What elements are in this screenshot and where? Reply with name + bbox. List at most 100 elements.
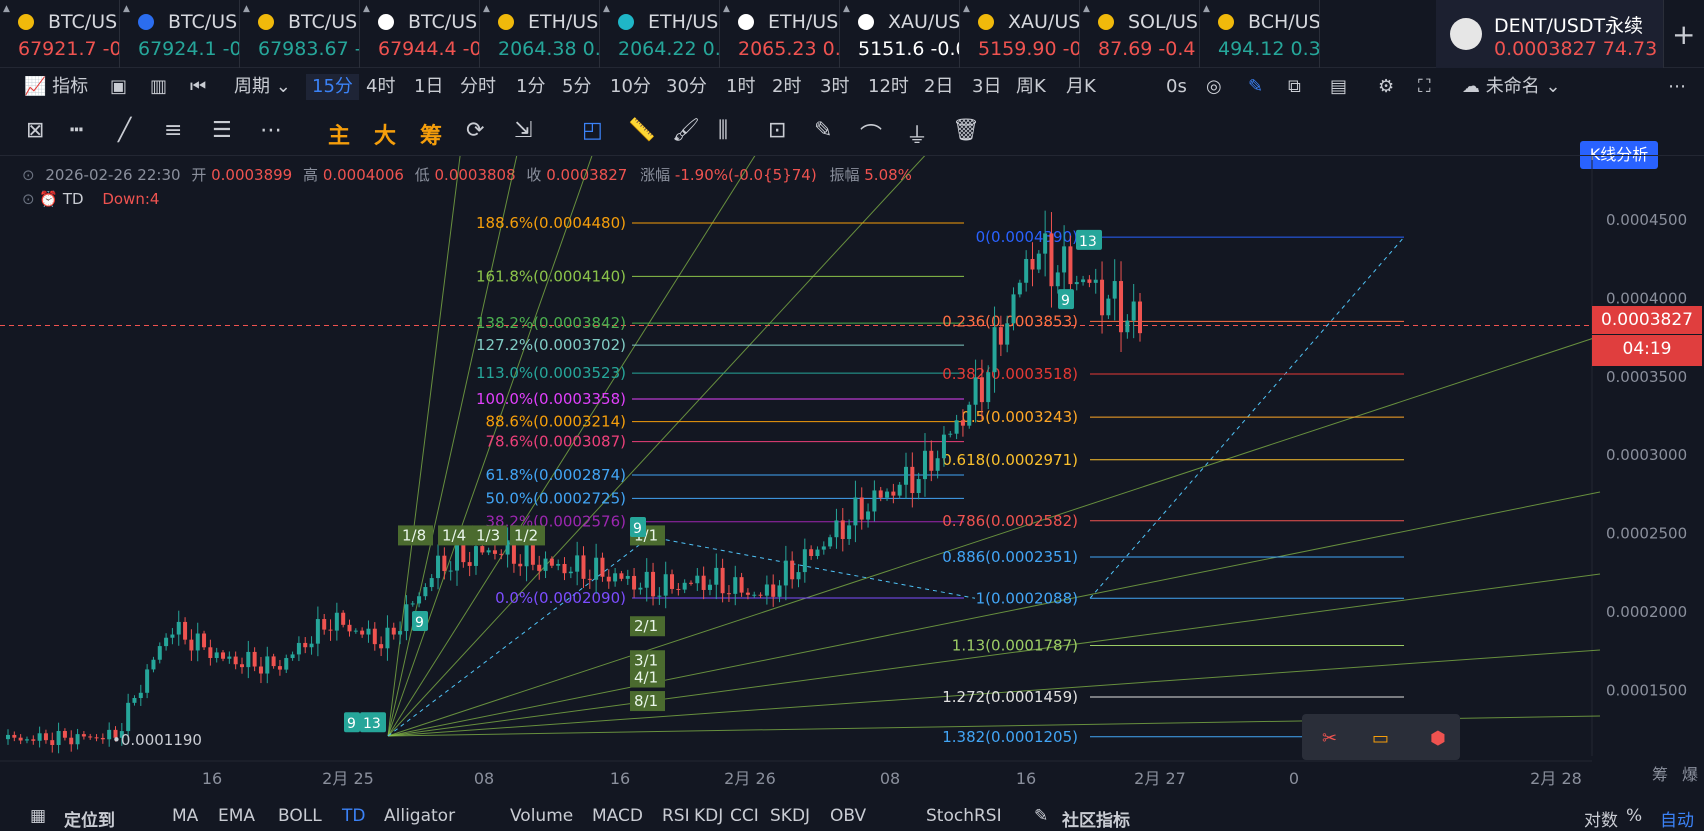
ticker-tab-active[interactable]: DENT/USDT永续 0.0003827 74.73 [1436,0,1664,68]
ticker-tab[interactable]: ▲ BTC/USD 67944.4 -0 [360,0,480,68]
ticker-tab[interactable]: ▲ ETH/USD 2064.22 0.3 [600,0,720,68]
interval-tab[interactable]: 10分 [610,74,651,100]
select-icon[interactable]: ◰ [582,118,603,143]
main-chart-toggle[interactable]: 主 [328,118,350,150]
calendar-icon[interactable]: ▣ [110,74,127,100]
more-icon[interactable]: ⋯ [1668,74,1686,100]
ticker-tab[interactable]: ▲ ETH/USD 2065.23 0. [720,0,840,68]
x-tick-label: 08 [880,769,900,788]
interval-tab[interactable]: 1分 [516,74,545,100]
candle-body [758,594,763,596]
layout-icon[interactable]: ▥ [150,74,167,100]
ticker-tab[interactable]: ▲ XAU/USD 5159.90 -0 [960,0,1080,68]
channel-icon[interactable]: ☰ [212,118,232,143]
ruler-icon[interactable]: 📏 [628,118,655,143]
ticker-tab[interactable]: ▲ BTC/USD 67983.67 - [240,0,360,68]
big-order-toggle[interactable]: 大 [374,118,396,150]
gann-fan-label: 1/4 [442,526,466,544]
sync-icon[interactable]: ⟳ [466,118,484,143]
x-tick-label: 2月 25 [322,769,374,788]
ticker-tab[interactable]: ▲ SOL/USD 87.69 -0.4 [1080,0,1200,68]
indicator-tab[interactable]: TD [342,806,365,826]
indicator-tab[interactable]: Alligator [384,806,455,826]
parallel-lines-icon[interactable]: ≡ [164,118,182,143]
interval-tab[interactable]: 3时 [820,74,849,100]
indicator-tab[interactable]: MA [172,806,198,826]
filter-icon[interactable]: ⏚ [906,118,928,150]
interval-tab[interactable]: 2时 [772,74,801,100]
ticker-tab[interactable]: ▲ XAU/USD 5151.6 -0.0 [840,0,960,68]
ticker-symbol: XAU/USD [888,11,960,33]
measure-icon[interactable]: ⇲ [514,118,532,143]
candle-body [391,627,396,635]
locate-icon[interactable]: ▦ [30,806,46,826]
interval-tab[interactable]: 5分 [562,74,591,100]
crosshair-icon[interactable]: ⊠ [26,118,44,143]
ticker-tab[interactable]: ▲ ETH/USD 2064.38 0. [480,0,600,68]
price-chart[interactable]: 0.0004500 0.0004000 0.0003500 0.0003000 0.00… [0,156,1704,792]
candle-body [695,575,700,584]
camera-icon[interactable]: ◎ [1206,74,1222,100]
indicator-tab[interactable]: BOLL [278,806,322,826]
interval-tab[interactable]: 12时 [868,74,909,100]
interval-tab[interactable]: 30分 [666,74,707,100]
edit-icon[interactable]: ✎ [1034,806,1048,826]
fib-extension-label: 50.0%(0.0002725) [486,489,626,507]
candle-body [518,563,523,567]
candle-body [948,433,953,435]
ticker-symbol: ETH/USD [648,11,719,33]
pencil-icon[interactable]: ✎ [1248,74,1263,100]
popout-icon[interactable]: ⧉ [1288,74,1301,100]
interval-tab[interactable]: 分时 [460,74,496,100]
replay-icon[interactable]: ⏮ [190,74,206,100]
ticker-price: 2065.23 0. [738,38,840,60]
ticker-tab[interactable]: ▲ BCH/USD 494.12 0.3 [1200,0,1320,68]
indicator-tab[interactable]: KDJ [694,806,723,826]
settings-icon[interactable]: ⚙ [1378,74,1394,100]
candle-body [499,553,504,555]
interval-tab[interactable]: 15分 [306,74,359,100]
lock-icon[interactable]: ⊡ [768,118,786,143]
brush-icon[interactable]: 🖌 [672,118,700,143]
percent-scale-button[interactable]: % [1626,806,1642,826]
indicator-tab[interactable]: RSI [662,806,690,826]
interval-tab[interactable]: 1时 [726,74,755,100]
more-tools-icon[interactable]: ⋯ [260,118,282,143]
interval-tab[interactable]: 1日 [414,74,443,100]
chip-toggle[interactable]: 筹 [420,118,442,150]
screenshot-icon[interactable]: ▤ [1330,74,1347,100]
indicators-button[interactable]: 📈 指标 [24,74,88,100]
indicator-tab[interactable]: CCI [730,806,759,826]
interval-tab[interactable]: 月K [1066,74,1096,100]
indicator-tab[interactable]: OBV [830,806,866,826]
interval-tab[interactable]: 2日 [924,74,953,100]
magnet-icon[interactable]: ⌒ [860,118,882,150]
log-scale-button[interactable]: 对数 [1584,806,1618,831]
note-icon[interactable]: ✎ [814,118,832,143]
add-tab-button[interactable]: + [1672,18,1695,51]
interval-tab[interactable]: 4时 [366,74,395,100]
layout-name-dropdown[interactable]: ☁ 未命名 ⌄ [1462,74,1561,100]
community-indicators-button[interactable]: 社区指标 [1062,806,1130,831]
trend-line-icon[interactable]: ╱ [118,118,131,143]
indicator-tab[interactable]: MACD [592,806,643,826]
indicator-tab[interactable]: Volume [510,806,573,826]
horizontal-line-icon[interactable]: ┅ [70,118,83,143]
candle-body [37,733,42,741]
auto-scale-button[interactable]: 自动 [1660,806,1694,831]
fib-retracement-label: 1(0.0002088) [976,589,1078,607]
trash-icon[interactable]: 🗑 [952,118,980,143]
candle-body [790,560,795,580]
period-dropdown[interactable]: 周期 ⌄ [234,74,291,100]
ticker-tab[interactable]: ▲ BTC/USD 67921.7 -0 [0,0,120,68]
indicator-tab[interactable]: EMA [218,806,255,826]
fib-retracement-label: 0.5(0.0003243) [961,408,1078,426]
indicator-tab[interactable]: SKDJ [770,806,810,826]
locate-button[interactable]: 定位到 [64,806,115,831]
candles-icon[interactable]: ⫼ [718,118,728,143]
fullscreen-icon[interactable]: ⛶ [1418,74,1431,100]
indicator-tab[interactable]: StochRSI [926,806,1002,826]
interval-tab[interactable]: 3日 [972,74,1001,100]
interval-tab[interactable]: 周K [1016,74,1046,100]
ticker-tab[interactable]: ▲ BTC/USD 67924.1 -0 [120,0,240,68]
